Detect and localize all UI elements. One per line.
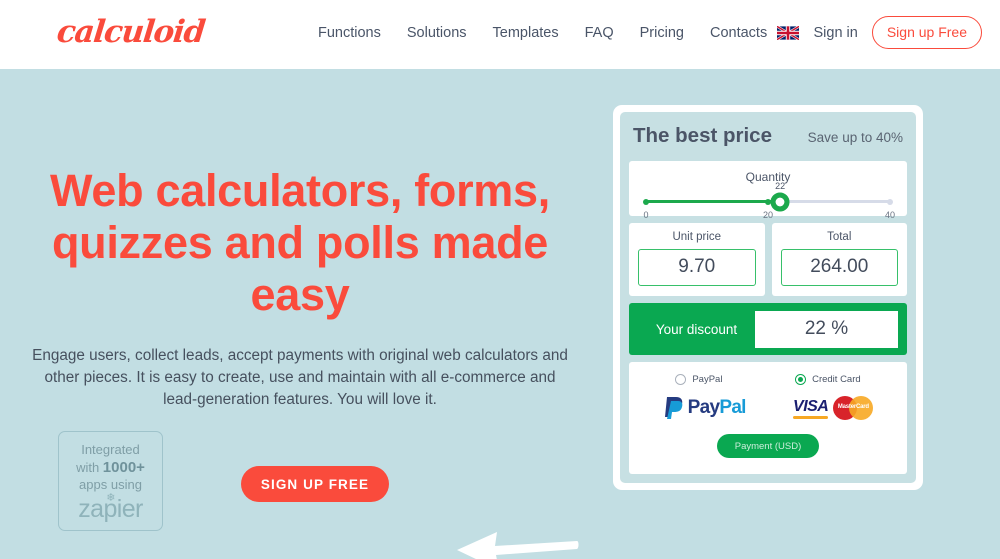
mastercard-logo: MasterCard [833,396,874,420]
zapier-line-2-prefix: with [76,459,103,475]
zapier-logo: ❄ zapier [59,492,162,523]
price-calculator-widget: The best price Save up to 40% Quantity 0… [613,105,923,490]
payment-option-paypal[interactable]: PayPal [675,374,722,385]
unit-price-field: Unit price 9.70 [629,223,765,296]
calculator-title: The best price [633,124,772,147]
total-value[interactable]: 264.00 [780,249,898,286]
payment-method-options: PayPal Credit Card [639,374,897,385]
nav-item-faq[interactable]: FAQ [585,25,614,41]
radio-paypal-icon[interactable] [675,374,687,385]
nav-item-contacts[interactable]: Contacts [710,25,767,41]
payment-option-paypal-label: PayPal [692,374,723,385]
zapier-star-icon: ❄ [106,491,115,504]
nav-item-templates[interactable]: Templates [493,25,559,41]
hero-sign-up-free-button[interactable]: SIGN UP FREE [241,466,389,502]
radio-credit-card-icon[interactable] [795,374,807,385]
paypal-logo: PayPal [663,396,746,420]
paypal-word-pal: Pal [719,397,746,418]
sign-up-free-button[interactable]: Sign up Free [871,16,982,49]
zapier-line-2: with 1000+ [59,459,162,477]
brand-logo[interactable]: calculoid [55,14,206,50]
quantity-slider-label: Quantity [745,170,791,184]
slider-tick-40 [887,198,893,205]
zapier-integration-badge: Integrated with 1000+ apps using ❄ zapie… [58,431,163,531]
quantity-slider-fill [646,200,781,203]
discount-value: 22 % [755,310,898,348]
page-title: Web calculators, forms, quizzes and poll… [50,165,550,320]
payment-logos: PayPal VISA MasterCard [639,393,897,423]
nav-item-solutions[interactable]: Solutions [407,25,467,41]
main-navigation: Functions Solutions Templates FAQ Pricin… [318,25,767,41]
quantity-slider-handle[interactable] [770,192,790,211]
slider-current-value: 22 [775,181,786,191]
uk-flag-icon[interactable] [777,25,800,40]
payment-option-credit-card[interactable]: Credit Card [795,374,861,385]
payment-option-credit-card-label: Credit Card [812,374,861,385]
zapier-line-1: Integrated [81,442,140,457]
paypal-mark-icon [664,397,682,419]
slider-tick-label-40: 40 [884,210,896,220]
discount-bar: Your discount 22 % [629,303,907,355]
left-arrow-icon [457,532,579,559]
paypal-wordmark: PayPal [687,397,747,419]
pointing-arrow [455,524,580,559]
calculator-inner: The best price Save up to 40% Quantity 0… [620,112,916,483]
calculator-save-note: Save up to 40% [807,130,903,145]
site-header: calculoid Functions Solutions Templates … [0,0,1000,69]
total-label: Total [827,231,852,243]
card-logos: VISA MasterCard [793,396,874,420]
mastercard-wordmark: MasterCard [837,404,869,410]
zapier-app-count: 1000+ [102,458,145,476]
hero-left-column: Web calculators, forms, quizzes and poll… [0,69,600,559]
paypal-word-pay: Pay [687,397,720,418]
unit-price-value[interactable]: 9.70 [638,249,756,286]
quantity-slider-card: Quantity 0 20 40 22 [629,161,907,220]
nav-item-pricing[interactable]: Pricing [640,25,684,41]
sign-in-link[interactable]: Sign in [813,25,857,41]
hero-subtext: Engage users, collect leads, accept paym… [32,347,568,408]
total-field: Total 264.00 [771,223,907,296]
discount-label: Your discount [655,321,738,337]
slider-tick-label-20: 20 [762,210,774,220]
payment-card: PayPal Credit Card PayPal VISA MasterCar… [629,362,907,474]
quantity-slider-track[interactable]: 0 20 40 22 [643,181,895,220]
slider-tick-label-0: 0 [643,210,649,220]
unit-price-label: Unit price [672,231,722,243]
price-row: Unit price 9.70 Total 264.00 [629,223,907,296]
payment-submit-button[interactable]: Payment (USD) [717,434,819,458]
visa-logo: VISA [793,398,829,419]
nav-item-functions[interactable]: Functions [318,25,381,41]
slider-tick-0 [643,198,649,205]
calculator-header: The best price Save up to 40% [629,121,907,154]
header-actions: Sign in Sign up Free [777,16,982,49]
